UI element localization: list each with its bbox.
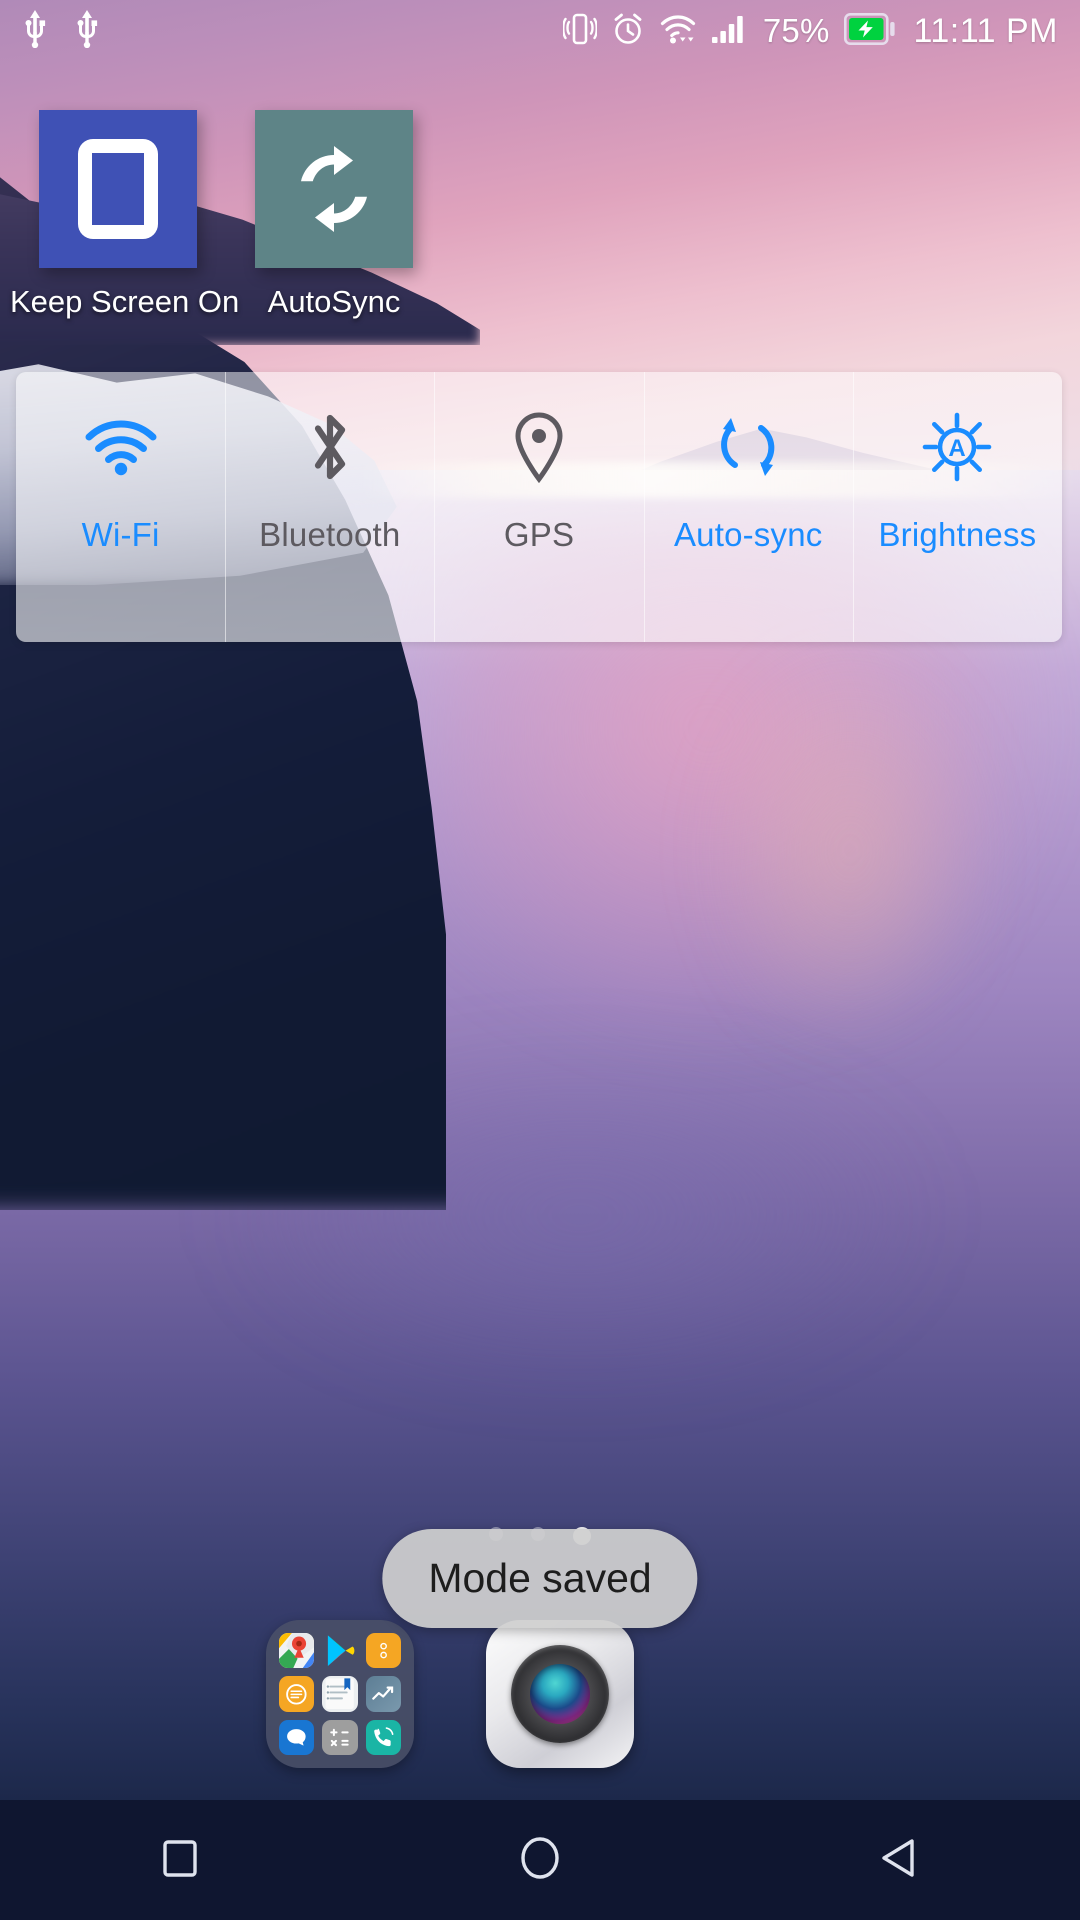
dock [0,1620,1080,1810]
status-bar-right-icons: 75% 11:11 PM [561,11,1058,52]
android-home-screen: 75% 11:11 PM Keep Screen On AutoSync Wi-… [0,0,1080,1920]
phone-icon [365,1719,401,1755]
google-maps-icon [279,1633,315,1669]
usb-icon [74,9,100,53]
toggle-gps[interactable]: GPS [434,372,643,642]
vibrate-icon [561,11,598,52]
toggle-label: Bluetooth [259,516,401,553]
camera-lens-barrel [511,1645,609,1743]
wallpaper-glow-b [700,640,1000,1060]
nav-home-button[interactable] [480,1800,600,1920]
home-app-row: Keep Screen On AutoSync [0,110,1080,340]
nav-recents-button[interactable] [120,1800,240,1920]
app-label: AutoSync [267,284,401,319]
play-store-icon [322,1633,357,1668]
triangle-left-icon [875,1833,925,1888]
app-autosync[interactable]: AutoSync [226,110,442,320]
toast-notification: Mode saved [382,1529,698,1628]
app-folder[interactable] [266,1620,414,1768]
status-bar-clock: 11:11 PM [913,11,1058,50]
svg-text:A: A [949,435,966,462]
calculator-icon [322,1719,358,1755]
status-bar[interactable]: 75% 11:11 PM [0,0,1080,62]
dock-folder[interactable] [266,1620,414,1768]
toast-message: Mode saved [428,1555,652,1601]
wifi-data-icon [659,11,697,52]
circle-icon [515,1833,565,1888]
dock-camera[interactable] [486,1620,634,1768]
toggle-bluetooth[interactable]: Bluetooth [225,372,434,642]
usb-icon [22,9,48,53]
phone-screen-icon [39,110,197,268]
quick-toggle-widget: Wi-Fi Bluetooth GPS Auto-sync A Brightne… [16,372,1062,642]
sync-icon [716,410,780,484]
wifi-icon [84,410,158,484]
square-icon [156,1834,204,1887]
toggle-wifi[interactable]: Wi-Fi [16,372,225,642]
location-pin-icon [511,410,567,484]
toggle-label: GPS [503,516,575,553]
messages-icon [279,1719,315,1755]
auto-brightness-icon: A [922,410,992,484]
toggle-label: Auto-sync [673,516,823,553]
alarm-icon [611,11,645,52]
battery-charging-icon [843,12,896,50]
nav-back-button[interactable] [840,1800,960,1920]
status-bar-left-icons [22,9,100,53]
battery-percent-label: 75% [762,12,830,49]
camera-lens-glass [530,1664,590,1724]
notepad-icon [322,1676,358,1712]
navigation-bar [0,1800,1080,1920]
stocks-chart-icon [365,1676,401,1712]
bluetooth-icon [306,410,354,484]
toggle-auto-sync[interactable]: Auto-sync [643,372,853,642]
toggle-label: Wi-Fi [81,516,160,553]
settings-orange-icon [365,1633,401,1669]
toggle-brightness[interactable]: A Brightness [852,372,1062,642]
signal-bars-icon [711,11,749,52]
notes-orange-icon [279,1676,315,1712]
camera-lens-icon [486,1620,634,1768]
toggle-label: Brightness [878,516,1037,553]
sync-arrows-icon [255,110,413,268]
app-label: Keep Screen On [10,284,240,319]
app-keep-screen-on[interactable]: Keep Screen On [10,110,240,320]
